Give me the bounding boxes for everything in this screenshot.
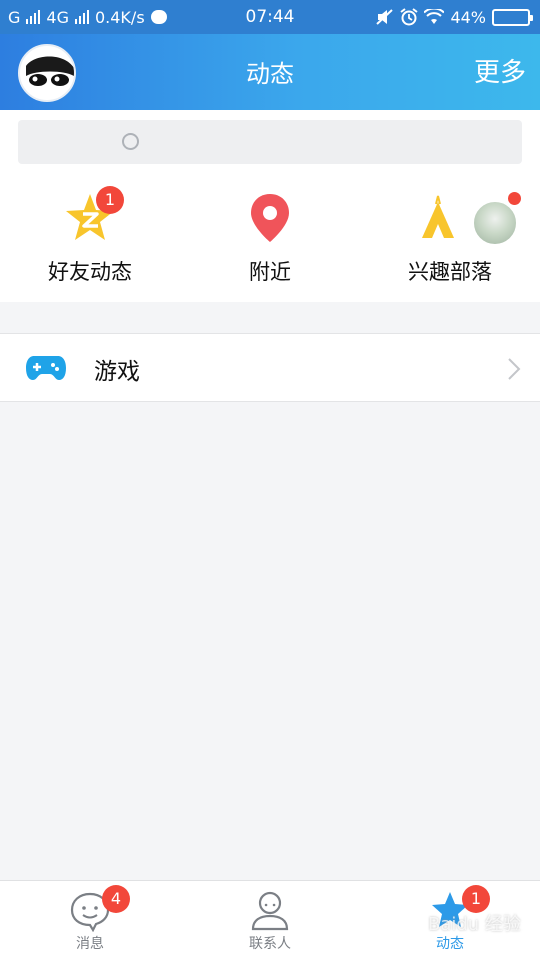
search-input[interactable] bbox=[18, 120, 522, 164]
signal-icon bbox=[26, 10, 41, 24]
search-icon bbox=[122, 133, 139, 150]
signal-icon-2 bbox=[74, 10, 89, 24]
nearby-entry[interactable]: 附近 bbox=[180, 172, 360, 302]
tribe-entry[interactable]: 兴趣部落 bbox=[360, 172, 540, 302]
tab-messages-label: 消息 bbox=[76, 936, 104, 952]
quick-entries: 1 好友动态 附近 兴趣部落 bbox=[0, 172, 540, 302]
friend-feed-badge: 1 bbox=[96, 186, 124, 214]
chat-notification-icon bbox=[150, 10, 167, 24]
tab-contacts[interactable]: 联系人 bbox=[180, 881, 360, 960]
avatar-image bbox=[26, 56, 74, 86]
tribe-label: 兴趣部落 bbox=[408, 260, 492, 284]
games-row[interactable]: 游戏 bbox=[0, 333, 540, 402]
alarm-icon bbox=[400, 8, 419, 26]
location-pin-icon bbox=[251, 194, 289, 242]
more-button[interactable]: 更多 bbox=[474, 52, 526, 89]
tribe-dot bbox=[508, 192, 521, 205]
baidu-watermark: Baidu 经验 bbox=[428, 914, 521, 935]
dynamic-badge: 1 bbox=[462, 885, 490, 913]
status-left: G 4G 0.4K/s bbox=[8, 8, 167, 27]
mute-icon bbox=[376, 9, 394, 25]
tab-contacts-label: 联系人 bbox=[249, 936, 291, 952]
avatar[interactable] bbox=[18, 44, 76, 102]
chevron-right-icon bbox=[508, 358, 521, 380]
search-section bbox=[0, 110, 540, 172]
tab-dynamic-label: 动态 bbox=[436, 936, 464, 952]
wifi-icon bbox=[424, 9, 445, 24]
tribe-thumbnail bbox=[472, 200, 518, 246]
tribe-tent-icon bbox=[422, 195, 454, 238]
gamepad-icon bbox=[26, 356, 66, 380]
network-speed: 0.4K/s bbox=[94, 7, 145, 27]
status-bar: G 4G 0.4K/s 07:44 44% bbox=[0, 0, 540, 34]
carrier-2-label: 4G bbox=[46, 7, 69, 27]
games-label: 游戏 bbox=[94, 359, 140, 385]
messages-badge: 4 bbox=[102, 885, 130, 913]
carrier-1-label: G bbox=[8, 7, 21, 27]
friend-feed-label: 好友动态 bbox=[48, 260, 132, 284]
friend-feed-entry[interactable]: 1 好友动态 bbox=[0, 172, 180, 302]
tab-messages[interactable]: 4 消息 bbox=[0, 881, 180, 960]
nearby-label: 附近 bbox=[249, 260, 291, 284]
contacts-person-icon bbox=[251, 891, 289, 931]
status-right: 44% bbox=[376, 7, 533, 27]
battery-icon bbox=[492, 8, 533, 26]
app-header: 动态 更多 bbox=[0, 34, 540, 110]
battery-percent: 44% bbox=[450, 7, 486, 27]
page-title: 动态 bbox=[246, 60, 294, 88]
